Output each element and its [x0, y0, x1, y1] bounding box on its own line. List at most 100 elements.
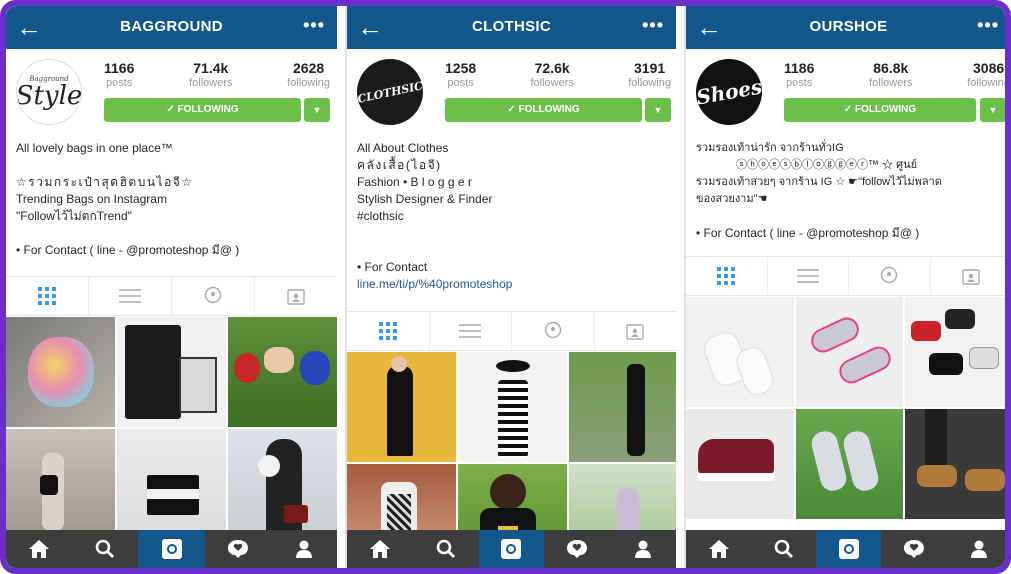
- followers-stat[interactable]: 72.6k followers: [530, 60, 573, 89]
- posts-stat[interactable]: 1186 posts: [784, 60, 814, 89]
- photo-thumbnail[interactable]: [905, 409, 1005, 519]
- bio-line: รวมรองเท้าน่ารัก จากร้านทั่วIG: [696, 142, 844, 154]
- bottom-nav: [686, 530, 1005, 568]
- list-view-tab[interactable]: [768, 257, 849, 295]
- posts-label: posts: [447, 77, 474, 89]
- tagged-tab[interactable]: [595, 312, 677, 350]
- location-tab[interactable]: [172, 277, 255, 315]
- avatar[interactable]: Shoes: [696, 59, 762, 125]
- screenshot-frame: ← BAGGROUND ••• Bagground Style 1166 post…: [0, 0, 1011, 574]
- nav-camera[interactable]: [478, 530, 545, 568]
- following-button[interactable]: ✓ FOLLOWING: [104, 98, 301, 122]
- following-button[interactable]: ✓ FOLLOWING: [445, 98, 642, 122]
- photo-thumbnail[interactable]: [795, 297, 904, 407]
- photo-thumbnail[interactable]: [117, 317, 226, 427]
- grid-view-tab[interactable]: [6, 277, 89, 315]
- photo-thumbnail[interactable]: [6, 317, 115, 427]
- posts-stat[interactable]: 1166 posts: [104, 60, 134, 89]
- more-dots-icon[interactable]: •••: [642, 15, 664, 36]
- grid-view-tab[interactable]: [686, 257, 768, 295]
- tagged-tab[interactable]: [255, 277, 337, 315]
- followers-stat[interactable]: 71.4k followers: [189, 60, 232, 89]
- more-dots-icon[interactable]: •••: [303, 15, 325, 36]
- home-icon: [29, 540, 50, 558]
- following-stat[interactable]: 3086 following: [967, 60, 1010, 89]
- nav-home[interactable]: [6, 530, 72, 568]
- photo-thumbnail[interactable]: [458, 352, 567, 462]
- nav-profile[interactable]: [271, 530, 337, 568]
- bio-line: • For Contact ( line - @promoteshop มี@ …: [696, 226, 920, 240]
- photo-thumbnail[interactable]: [228, 317, 337, 427]
- grid-view-tab[interactable]: [347, 312, 430, 350]
- nav-camera[interactable]: [138, 530, 205, 568]
- photo-thumbnail[interactable]: [347, 352, 456, 462]
- posts-count: 1186: [784, 60, 815, 76]
- location-pin-icon: [881, 266, 898, 284]
- nav-home[interactable]: [347, 530, 413, 568]
- photo-thumbnail[interactable]: [795, 409, 904, 519]
- nav-profile[interactable]: [610, 530, 676, 568]
- nav-search[interactable]: [413, 530, 479, 568]
- photo-thumbnail[interactable]: [686, 409, 794, 519]
- photo-thumbnail[interactable]: [905, 297, 1005, 407]
- avatar[interactable]: Bagground Style: [16, 59, 82, 125]
- bottom-nav: [347, 530, 676, 568]
- list-view-tab[interactable]: [89, 277, 172, 315]
- profile-screen-ourshoe: ← OURSHOE ••• Shoes 1186 posts 86.8k follo…: [684, 6, 1010, 568]
- nav-activity[interactable]: [881, 530, 946, 568]
- posts-label: posts: [106, 77, 133, 89]
- photo-thumbnail[interactable]: [228, 429, 337, 539]
- nav-activity[interactable]: [205, 530, 271, 568]
- more-dots-icon[interactable]: •••: [977, 15, 999, 36]
- grid-icon: [717, 267, 736, 285]
- tagged-person-icon: [626, 324, 644, 340]
- profile-stats: 1186 posts 86.8k followers 3086 following: [784, 60, 1010, 89]
- nav-home[interactable]: [686, 530, 751, 568]
- tagged-tab[interactable]: [931, 257, 1006, 295]
- photo-thumbnail[interactable]: [686, 297, 794, 407]
- following-button[interactable]: ✓ FOLLOWING: [784, 98, 976, 122]
- following-stat[interactable]: 2628 following: [287, 60, 330, 89]
- avatar[interactable]: CLOTHSIC: [357, 59, 423, 125]
- following-count: 3086: [973, 60, 1005, 76]
- suggestions-dropdown-button[interactable]: ▼: [304, 98, 330, 122]
- nav-profile[interactable]: [946, 530, 1005, 568]
- bio-link[interactable]: line.me/ti/p/%40promoteshop: [357, 277, 512, 291]
- following-label: following: [628, 77, 671, 89]
- bio-line: • For Contact ( line - @promoteshop มี@ …: [16, 243, 240, 257]
- nav-camera[interactable]: [816, 530, 881, 568]
- following-stat[interactable]: 3191 following: [628, 60, 671, 89]
- photo-thumbnail[interactable]: [117, 429, 226, 539]
- avatar-logo-text: CLOTHSIC: [357, 78, 423, 106]
- activity-icon: [903, 540, 924, 558]
- tagged-person-icon: [962, 269, 980, 285]
- view-tabs: [686, 256, 1006, 296]
- photo-thumbnail[interactable]: [569, 352, 676, 462]
- following-label: following: [967, 77, 1010, 89]
- list-icon: [459, 324, 482, 338]
- home-icon: [708, 540, 729, 558]
- nav-activity[interactable]: [544, 530, 610, 568]
- bio-line: ⓢⓗⓞⓔⓢⓑⓛⓞⓖⓖⓔⓡ™ ☆ ศูนย์: [736, 159, 918, 171]
- nav-search[interactable]: [751, 530, 816, 568]
- nav-search[interactable]: [72, 530, 138, 568]
- profile-screen-clothsic: ← CLOTHSIC ••• CLOTHSIC 1258 posts 72.6k f…: [345, 6, 676, 568]
- suggestions-dropdown-button[interactable]: ▼: [980, 98, 1005, 122]
- photo-thumbnail[interactable]: [6, 429, 115, 539]
- list-view-tab[interactable]: [430, 312, 512, 350]
- profile-bio: รวมรองเท้าน่ารัก จากร้านทั่วIG ⓢⓗⓞⓔⓢⓑⓛⓞⓖ…: [696, 140, 1003, 242]
- posts-stat[interactable]: 1258 posts: [445, 60, 476, 89]
- location-tab[interactable]: [849, 257, 931, 295]
- followers-stat[interactable]: 86.8k followers: [869, 60, 912, 89]
- photo-grid: [6, 317, 337, 539]
- search-icon: [436, 539, 455, 558]
- location-tab[interactable]: [512, 312, 595, 350]
- suggestions-dropdown-button[interactable]: ▼: [645, 98, 671, 122]
- top-bar: ← OURSHOE •••: [686, 6, 1005, 49]
- following-count: 2628: [293, 60, 325, 76]
- posts-label: posts: [786, 77, 813, 89]
- top-bar: ← BAGGROUND •••: [6, 6, 337, 49]
- bio-line: Stylish Designer & Finder: [357, 192, 493, 206]
- list-icon: [796, 269, 819, 283]
- search-icon: [774, 539, 793, 558]
